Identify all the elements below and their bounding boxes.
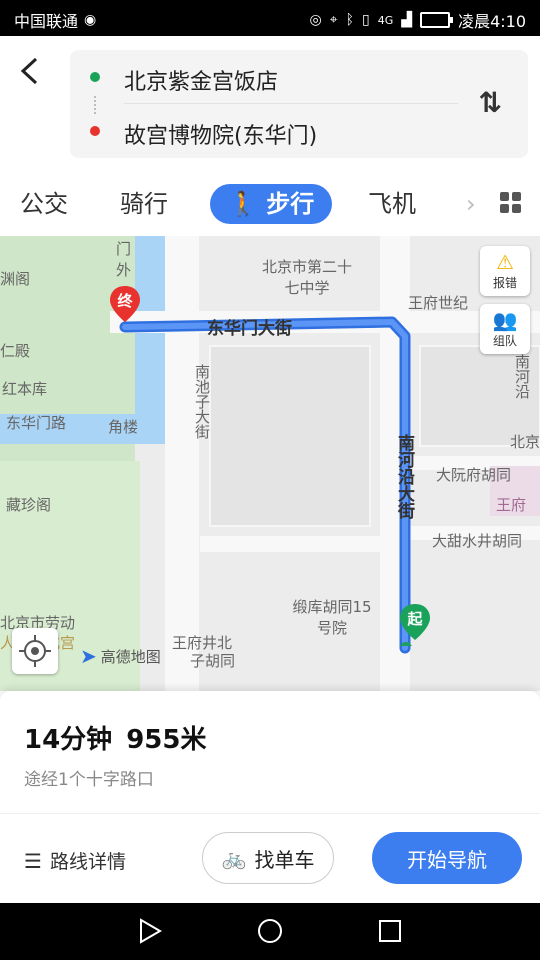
back-button[interactable] (18, 56, 50, 96)
end-marker[interactable]: 终 (108, 284, 142, 324)
distance-text: 955米 (126, 725, 207, 755)
poi-datianshuijing: 大甜水井胡同 (432, 532, 523, 550)
route-details-button[interactable]: ☰ 路线详情 (24, 847, 126, 874)
poi-menwai: 门外 (116, 240, 132, 279)
find-bike-label: 找单车 (254, 847, 315, 872)
end-marker-label: 终 (117, 292, 133, 310)
tab-bus[interactable]: 公交 (20, 184, 68, 224)
amap-logo: ➤ 高德地图 (80, 644, 161, 668)
amap-logo-icon: ➤ (80, 644, 97, 668)
chevron-left-icon (20, 57, 38, 85)
home-nav-icon (258, 919, 282, 943)
origin-dot (90, 72, 100, 82)
locate-button[interactable] (12, 628, 58, 674)
poi-yuange: 渊阁 (0, 270, 31, 288)
poi-dayuanfu: 大阮府胡同 (436, 466, 512, 484)
tab-walk-label: 步行 (266, 190, 315, 218)
route-header: 北京紫金宫饭店 故宫博物院(东华门) ⇅ (0, 36, 540, 172)
wechat-icon: ◉ (84, 12, 97, 28)
street-label-nanheyan: 南河沿大街 (394, 434, 414, 519)
poi-renmian: 仁殿 (0, 342, 31, 360)
swap-route-button[interactable]: ⇅ (479, 86, 502, 119)
bicycle-icon: 🚲 (221, 846, 247, 870)
carrier-label: 中国联通 (14, 12, 79, 31)
recents-nav-icon (379, 920, 401, 942)
crosshair-icon (19, 635, 51, 667)
poi-cangzhen: 藏珍阁 (6, 496, 52, 514)
start-marker-label: 起 (407, 610, 423, 628)
card-divider (0, 813, 540, 814)
map-view[interactable]: 东华门大街 南河沿大街 南池子大街 北京市第二十七中学 王府世纪 南河沿 北京 … (0, 236, 540, 691)
report-error-button[interactable]: ⚠ 报错 (480, 246, 530, 296)
find-bike-button[interactable]: 🚲 找单车 (202, 832, 334, 884)
hotspot-icon: ◎ (309, 12, 322, 28)
route-divider (124, 103, 458, 104)
walk-icon: 🚶 (228, 190, 258, 218)
poi-nanhe: 南河沿 (513, 354, 531, 399)
tab-bike[interactable]: 骑行 (120, 184, 168, 224)
tab-walk[interactable]: 🚶 步行 (210, 184, 333, 224)
poi-jiaolou: 角楼 (108, 418, 139, 436)
battery-icon (420, 12, 454, 28)
poi-donghuamen-road: 东华门路 (6, 414, 67, 432)
list-icon: ☰ (24, 848, 42, 873)
poi-duanku: 缎库胡同15号院 (292, 598, 372, 637)
route-details-label: 路线详情 (49, 851, 126, 873)
network-label: 4G (377, 13, 394, 27)
team-label: 组队 (492, 334, 517, 348)
nav-bar-icons (140, 918, 401, 944)
tab-flight[interactable]: 飞机 (368, 184, 416, 224)
system-nav-bar (0, 903, 540, 960)
bluetooth-icon: ᛒ (345, 12, 355, 28)
more-tabs-chevron-icon[interactable]: › (466, 184, 476, 224)
destination-dot (90, 126, 100, 136)
report-error-label: 报错 (492, 276, 517, 290)
via-text: 途经1个十字路口 (24, 770, 154, 790)
poi-wangfu-century: 王府世纪 (408, 294, 469, 312)
duration-text: 14分钟 (24, 725, 113, 755)
poi-school: 北京市第二十七中学 (262, 258, 353, 297)
transport-tabs: 公交 骑行 🚶 步行 飞机 › (0, 172, 540, 236)
start-marker[interactable]: 起 (398, 602, 432, 654)
status-bar: 中国联通 ◉ ◎ ⌖ ᛒ ▯ 4G ▟ 凌晨4:10 (0, 0, 540, 36)
route-info-card: 14分钟 955米 途经1个十字路口 ☰ 路线详情 🚲 找单车 开始导航 (0, 691, 540, 903)
street-label-donghuamen: 东华门大街 (207, 319, 292, 339)
clock: 凌晨4:10 (458, 12, 526, 31)
poi-hutong: 子胡同 (190, 652, 236, 670)
route-summary: 14分钟 955米 (24, 719, 206, 756)
location-icon: ⌖ (329, 12, 338, 28)
start-navigation-button[interactable]: 开始导航 (372, 832, 522, 884)
grid-menu-icon[interactable] (500, 192, 522, 214)
poi-wangfu: 王府 (496, 496, 527, 514)
vibrate-icon: ▯ (362, 12, 370, 28)
origin-field[interactable]: 北京紫金宫饭店 (124, 64, 278, 96)
group-icon: 👥 (492, 308, 518, 332)
poi-hongbenku: 红本库 (2, 380, 48, 398)
warning-icon: ⚠ (496, 250, 514, 274)
back-nav-icon (140, 918, 162, 944)
route-box: 北京紫金宫饭店 故宫博物院(东华门) ⇅ (70, 50, 528, 158)
destination-field[interactable]: 故宫博物院(东华门) (124, 118, 317, 150)
poi-beijing: 北京 (510, 433, 540, 451)
amap-logo-text: 高德地图 (100, 647, 161, 666)
route-connector (94, 96, 98, 114)
street-label-nanchizi: 南池子大街 (193, 364, 211, 439)
signal-icon: ▟ (401, 12, 413, 28)
team-button[interactable]: 👥 组队 (480, 304, 530, 354)
